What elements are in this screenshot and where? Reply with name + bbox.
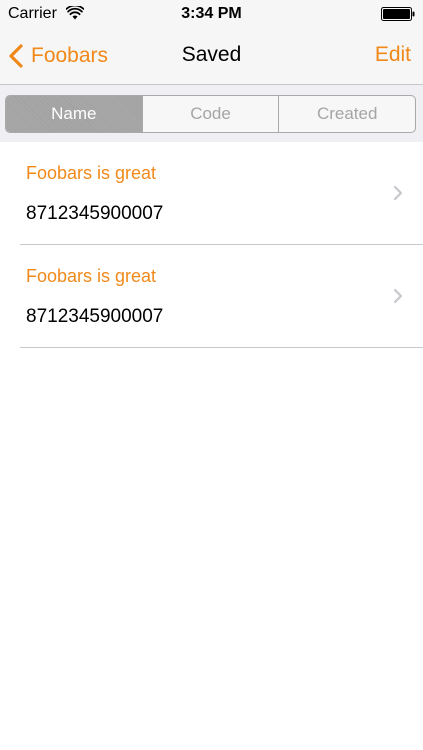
chevron-right-icon (393, 288, 403, 304)
battery-icon (381, 7, 415, 21)
navigation-bar: Foobars Saved Edit (0, 30, 423, 85)
segment-name[interactable]: Name (6, 96, 142, 132)
list-item[interactable]: Foobars is great 8712345900007 (20, 142, 423, 245)
list-item-title: Foobars is great (26, 163, 157, 183)
chevron-right-icon (393, 185, 403, 201)
segment-created[interactable]: Created (278, 96, 415, 132)
saved-list: Foobars is great 8712345900007 Foobars i… (0, 142, 423, 348)
back-button[interactable]: Foobars (8, 40, 108, 72)
status-time: 3:34 PM (181, 5, 242, 22)
chevron-left-icon (9, 44, 23, 68)
segment-code[interactable]: Code (141, 96, 279, 132)
screen: Carrier 3:34 PM Foobars Saved Edit Name … (0, 0, 423, 750)
list-item-title: Foobars is great (26, 266, 157, 286)
list-item-code: 8712345900007 (26, 306, 164, 327)
list-item[interactable]: Foobars is great 8712345900007 (20, 245, 423, 348)
sort-bar: Name Code Created (0, 85, 423, 142)
edit-button[interactable]: Edit (375, 43, 411, 67)
sort-segmented-control: Name Code Created (5, 95, 416, 133)
status-bar: Carrier 3:34 PM (0, 0, 423, 30)
list-item-code: 8712345900007 (26, 203, 164, 224)
back-button-label: Foobars (31, 44, 109, 67)
